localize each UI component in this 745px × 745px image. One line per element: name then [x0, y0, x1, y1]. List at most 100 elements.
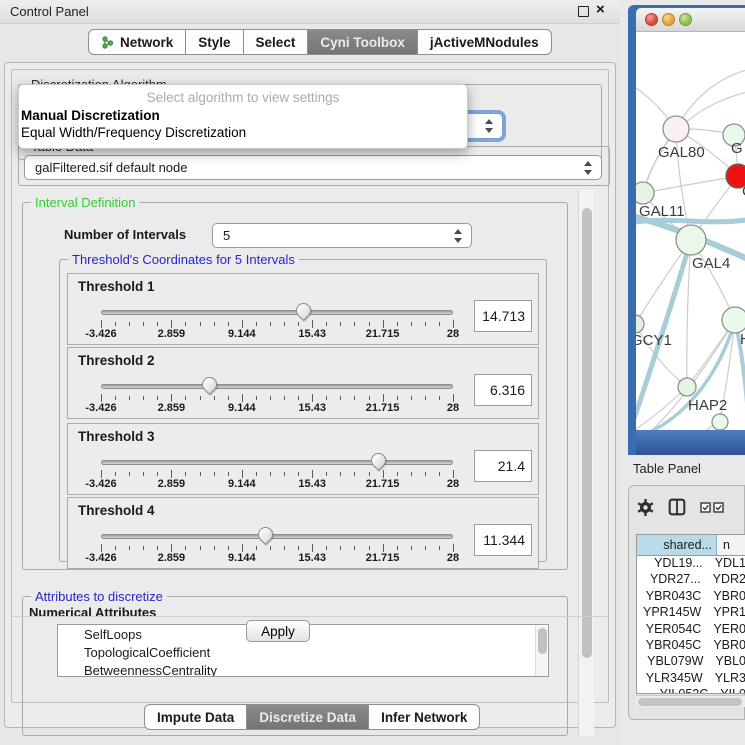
tab-network[interactable]: Network [88, 29, 186, 55]
threshold-2-panel: Threshold 2 -3.4262.859 9.14415.43 21.71… [67, 347, 539, 419]
dropdown-item-manual[interactable]: Manual Discretization [21, 108, 160, 123]
network-window-bottom-frame [636, 430, 745, 455]
table-panel-title: Table Panel [633, 461, 701, 476]
node-h [722, 307, 745, 333]
control-panel: Control Panel × Network Style Select Cyn… [0, 0, 620, 745]
column-header-shared-name[interactable]: shared... [637, 535, 717, 555]
node-attribute-table[interactable]: shared... n YDL19...YDL1 YDR27...YDR2 YB… [636, 534, 745, 694]
table-data-combobox[interactable]: galFiltered.sif default node [24, 155, 602, 180]
node-label: GAL11 [639, 203, 685, 220]
slider-tick-labels: -3.4262.859 9.14415.43 21.71528 [101, 328, 453, 340]
network-window-titlebar [636, 8, 745, 32]
node-label-partial: G [731, 140, 743, 157]
panel-title: Control Panel [10, 4, 89, 19]
slider-handle[interactable] [368, 450, 389, 471]
network-graph: GAL80 GAL11 GAL4 GCY1 HAP2 G C H [636, 32, 745, 430]
threshold-1-value[interactable]: 14.713 [474, 300, 532, 332]
table-header-row: shared... n [637, 535, 745, 556]
table-data-group: Table Data galFiltered.sif default node [18, 146, 610, 186]
cyni-outer-panel: Discretization Algorithm Select algorith… [4, 62, 616, 728]
discretize-panel: Discretization Algorithm Select algorith… [11, 69, 609, 703]
threshold-4-panel: Threshold 4 -3.4262.859 9.14415.43 21.71… [67, 497, 539, 569]
table-row[interactable]: YIL052CYIL0 [637, 687, 745, 694]
table-row[interactable]: YBL079WYBL0 [637, 654, 745, 670]
apply-strip: Apply [12, 616, 608, 702]
checkbox-icon[interactable] [713, 502, 724, 513]
table-horizontal-scrollbar[interactable] [636, 695, 745, 707]
slider-handle[interactable] [255, 524, 276, 545]
slider-tick-labels: -3.4262.859 9.14415.43 21.71528 [101, 552, 453, 564]
node-gal80 [663, 116, 689, 142]
dropdown-prompt[interactable]: Select algorithm to view settings [19, 90, 467, 105]
slider-tick-labels: -3.4262.859 9.14415.43 21.71528 [101, 402, 453, 414]
tab-impute-data[interactable]: Impute Data [144, 704, 247, 730]
slider-track[interactable] [101, 534, 453, 539]
node-gal11 [636, 182, 654, 204]
apply-button[interactable]: Apply [246, 620, 310, 642]
table-row[interactable]: YDL19...YDL1 [637, 556, 745, 572]
tab-jactivemnodules[interactable]: jActiveMNodules [418, 29, 552, 55]
table-row[interactable]: YBR043CYBR0 [637, 589, 745, 605]
slider-track[interactable] [101, 460, 453, 465]
num-intervals-label: Number of Intervals [64, 227, 186, 242]
slider-ticks [101, 320, 453, 328]
combo-arrows-icon [584, 161, 593, 175]
node-label: GAL80 [658, 144, 705, 161]
threshold-4-value[interactable]: 11.344 [474, 524, 532, 556]
interval-group-title: Interval Definition [31, 195, 139, 210]
threshold-3-value[interactable]: 21.4 [474, 450, 532, 482]
table-row[interactable]: YPR145WYPR1 [637, 605, 745, 621]
node-gal4 [676, 225, 706, 255]
network-canvas[interactable]: GAL80 GAL11 GAL4 GCY1 HAP2 G C H [636, 32, 745, 430]
slider-tick-labels: -3.4262.859 9.14415.43 21.71528 [101, 478, 453, 490]
attributes-group-title: Attributes to discretize [31, 589, 167, 604]
network-icon [101, 36, 114, 49]
close-traffic-light-icon[interactable] [645, 13, 658, 26]
slider-handle[interactable] [199, 374, 220, 395]
node-partial-bottom [712, 414, 728, 430]
gear-icon[interactable] [637, 499, 654, 516]
thresholds-group: Threshold's Coordinates for 5 Intervals … [59, 259, 547, 562]
close-icon[interactable]: × [596, 1, 605, 18]
slider-track[interactable] [101, 384, 453, 389]
node-label: HAP2 [688, 397, 727, 414]
threshold-2-value[interactable]: 6.316 [474, 374, 532, 406]
zoom-traffic-light-icon[interactable] [679, 13, 692, 26]
thresholds-group-title: Threshold's Coordinates for 5 Intervals [68, 252, 299, 267]
checkbox-icon[interactable] [700, 502, 711, 513]
table-row[interactable]: YBR045CYBR0 [637, 638, 745, 654]
combo-arrows-icon [454, 229, 463, 243]
node-gcy1 [636, 315, 644, 333]
tab-style[interactable]: Style [186, 29, 243, 55]
node-hap2 [678, 378, 696, 396]
column-header-name[interactable]: n [717, 535, 745, 555]
scrollbar-thumb[interactable] [638, 698, 742, 706]
network-view-window: GAL80 GAL11 GAL4 GCY1 HAP2 G C H [628, 5, 745, 455]
slider-handle[interactable] [293, 300, 314, 321]
table-row[interactable]: YDR27...YDR2 [637, 572, 745, 588]
node-label: GAL4 [692, 255, 730, 272]
minimize-traffic-light-icon[interactable] [662, 13, 675, 26]
interval-definition-group: Interval Definition Number of Intervals … [22, 202, 568, 570]
threshold-1-panel: Threshold 1 -3.4262.859 9.14415.43 21.71… [67, 273, 539, 345]
num-intervals-combobox[interactable]: 5 [212, 223, 472, 248]
table-panel: shared... n YDL19...YDL1 YDR27...YDR2 YB… [628, 485, 745, 720]
table-row[interactable]: YLR345WYLR3 [637, 671, 745, 687]
tab-cyni-toolbox[interactable]: Cyni Toolbox [308, 29, 418, 55]
algorithm-dropdown-popup: Select algorithm to view settings Manual… [18, 84, 468, 149]
dropdown-item-equal-width[interactable]: Equal Width/Frequency Discretization [21, 125, 246, 140]
tab-discretize-data[interactable]: Discretize Data [247, 704, 369, 730]
scrollbar-thumb[interactable] [582, 208, 592, 658]
control-panel-titlebar: Control Panel × [0, 0, 620, 24]
control-panel-tabs: Network Style Select Cyni Toolbox jActiv… [88, 29, 552, 55]
tab-infer-network[interactable]: Infer Network [369, 704, 480, 730]
slider-track[interactable] [101, 310, 453, 315]
float-window-icon[interactable] [578, 6, 589, 17]
node-label-partial: H [740, 331, 745, 348]
combo-arrows-icon [485, 119, 494, 133]
table-row[interactable]: YER054CYER0 [637, 622, 745, 638]
tab-select[interactable]: Select [244, 29, 309, 55]
columns-icon[interactable] [668, 498, 686, 516]
cyni-mode-tabs: Impute Data Discretize Data Infer Networ… [144, 704, 480, 730]
threshold-3-panel: Threshold 3 -3.4262.859 9.14415.43 21.71… [67, 423, 539, 495]
